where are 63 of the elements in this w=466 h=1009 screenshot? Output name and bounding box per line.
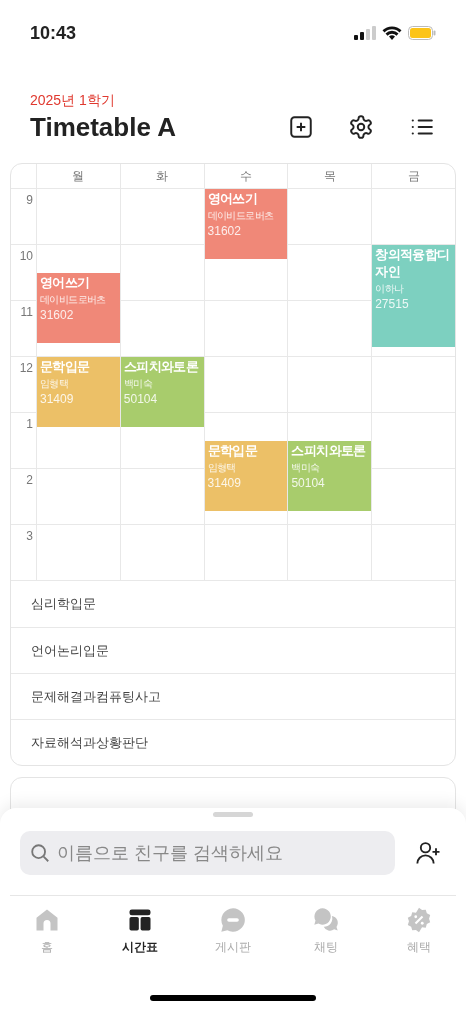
room-number: 31409 <box>40 391 75 407</box>
tab-item[interactable]: 게시판 <box>186 906 280 956</box>
unscheduled-course[interactable]: 자료해석과상황판단 <box>31 732 148 753</box>
status-time: 10:43 <box>30 21 77 45</box>
class-block[interactable]: 영어쓰기 데이비드로버츠 31602 <box>37 273 120 343</box>
hour-label: 1 <box>26 416 33 433</box>
day-header: 금 <box>407 168 420 185</box>
battery-icon <box>408 26 436 40</box>
sheet-handle[interactable] <box>213 812 253 817</box>
hour-label: 10 <box>19 248 33 265</box>
tab-item[interactable]: 홈 <box>0 906 94 956</box>
class-block[interactable]: 스피치와토론 백미숙 50104 <box>120 357 204 427</box>
professor-name: 백미숙 <box>291 461 321 475</box>
unscheduled-course[interactable]: 언어논리입문 <box>31 640 109 661</box>
hour-label: 2 <box>26 472 33 489</box>
timetable-title: Timetable A <box>30 111 176 143</box>
class-title: 문학입문 <box>207 443 259 460</box>
room-number: 50104 <box>123 391 159 407</box>
hour-label: 12 <box>19 360 33 377</box>
unscheduled-course[interactable]: 심리학입문 <box>31 594 96 614</box>
class-title: 영어쓰기 <box>40 275 91 292</box>
settings-button[interactable] <box>348 114 374 140</box>
search-icon <box>29 842 51 864</box>
unscheduled-course[interactable]: 문제해결과컴퓨팅사고 <box>31 686 161 707</box>
professor-name: 이하나 <box>375 282 405 296</box>
room-number: 31602 <box>40 307 75 323</box>
room-number: 50104 <box>291 475 326 491</box>
class-title: 창의적융합디자인 <box>375 247 451 281</box>
class-block[interactable]: 스피치와토론 백미숙 50104 <box>288 441 372 511</box>
chat-bubbles-icon <box>312 906 341 934</box>
tab-item[interactable]: 시간표 <box>93 906 187 956</box>
friend-search-field[interactable]: 이름으로 친구를 검색하세요 <box>20 831 395 875</box>
day-header: 수 <box>240 168 252 185</box>
professor-name: 임형택 <box>207 461 237 475</box>
day-header: 월 <box>72 168 85 185</box>
room-number: 31602 <box>207 223 242 239</box>
wifi-icon <box>382 26 402 40</box>
hour-label: 11 <box>20 304 33 321</box>
class-block[interactable]: 창의적융합디자인 이하나 27515 <box>372 245 455 348</box>
professor-name: 데이비드로버츠 <box>207 209 275 223</box>
professor-name: 데이비드로버츠 <box>40 293 107 307</box>
class-block[interactable]: 문학입문 임형택 31409 <box>37 357 120 427</box>
add-button[interactable] <box>288 114 314 140</box>
class-title: 스피치와토론 <box>291 443 367 460</box>
professor-name: 백미숙 <box>123 377 153 391</box>
room-number: 27515 <box>375 296 410 312</box>
day-header: 화 <box>156 168 169 185</box>
speech-bubble-icon <box>219 906 247 934</box>
class-block[interactable]: 영어쓰기 데이비드로버츠 31602 <box>204 189 288 259</box>
day-header: 목 <box>323 168 336 185</box>
class-title: 문학입문 <box>40 359 91 376</box>
class-title: 스피치와토론 <box>123 359 200 376</box>
hour-label: 3 <box>26 528 33 545</box>
tab-item[interactable]: 채팅 <box>279 906 373 956</box>
hour-label: 9 <box>26 192 33 209</box>
room-number: 31409 <box>207 475 242 491</box>
professor-name: 임형택 <box>40 377 70 391</box>
class-title: 영어쓰기 <box>207 191 259 208</box>
tab-item[interactable]: 혜택 <box>372 906 466 956</box>
signal-icon <box>354 26 376 40</box>
class-block[interactable]: 문학입문 임형택 31409 <box>204 441 288 511</box>
add-friend-button[interactable] <box>415 839 443 867</box>
semester-label: 2025년 1학기 <box>30 91 116 110</box>
